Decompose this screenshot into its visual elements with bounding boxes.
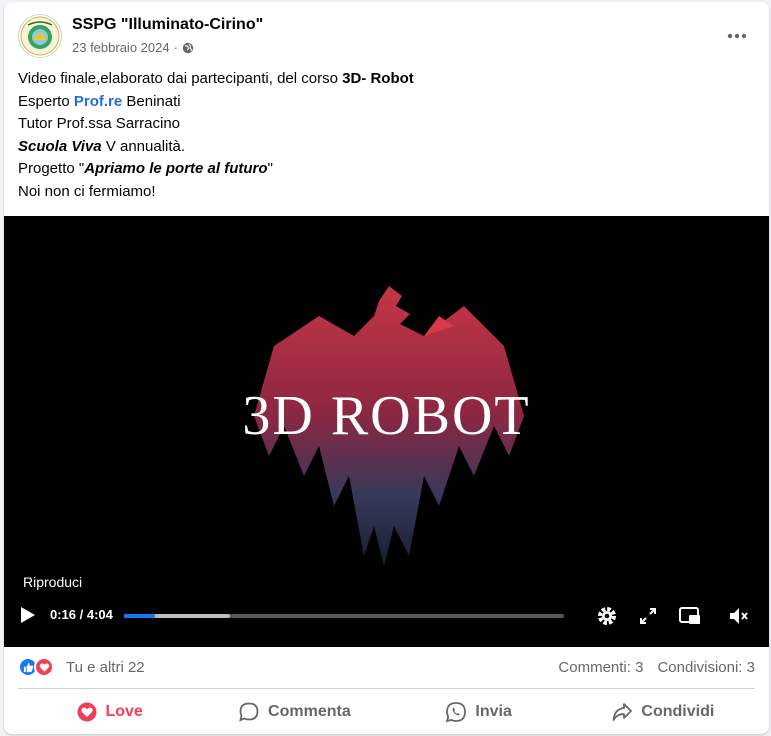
course-name: 3D- Robot xyxy=(342,70,414,87)
comment-label: Commenta xyxy=(268,703,351,720)
globe-icon xyxy=(182,42,194,53)
video-time: 0:16 / 4:04 xyxy=(50,607,113,622)
post-line-4: Scuola Viva V annualità. xyxy=(18,137,186,155)
settings-button[interactable] xyxy=(594,603,620,629)
share-label: Condividi xyxy=(641,703,715,720)
reaction-icons[interactable] xyxy=(18,657,54,677)
mute-icon xyxy=(730,608,748,624)
played-bar xyxy=(124,614,155,618)
post-line-5: Progetto "Apriamo le porte al futuro" xyxy=(18,160,273,177)
love-icon xyxy=(77,702,97,722)
picture-in-picture-button[interactable] xyxy=(677,603,703,629)
shares-count[interactable]: Condivisioni: 3 xyxy=(657,659,755,676)
video-title: 3D ROBOT xyxy=(242,385,531,447)
send-button[interactable]: Invia xyxy=(387,692,571,732)
post-card: SSPG "Illuminato-Cirino" 23 febbraio 202… xyxy=(4,2,769,734)
divider xyxy=(18,688,755,689)
comment-icon xyxy=(239,702,259,722)
post-meta: 23 febbraio 2024 · xyxy=(72,40,194,55)
picture-in-picture-icon xyxy=(679,607,700,624)
play-icon xyxy=(21,607,35,623)
post-line-3: Tutor Prof.ssa Sarracino xyxy=(18,115,181,132)
video-progress-bar[interactable] xyxy=(124,614,564,618)
post-date[interactable]: 23 febbraio 2024 xyxy=(72,40,170,55)
love-button[interactable]: Love xyxy=(18,692,202,732)
action-bar: Love Commenta Invia Condividi xyxy=(18,692,755,732)
share-button[interactable]: Condividi xyxy=(571,692,755,732)
avatar[interactable] xyxy=(18,14,62,58)
post-message: Video finale,elaborato dai partecipanti,… xyxy=(18,68,755,203)
more-options-button[interactable] xyxy=(723,22,751,50)
love-label: Love xyxy=(105,703,143,720)
post-header: SSPG "Illuminato-Cirino" 23 febbraio 202… xyxy=(18,14,755,64)
post-line-6: Noi non ci fermiamo! xyxy=(18,182,156,200)
love-icon xyxy=(34,657,54,677)
engagement-bar: Tu e altri 22 Commenti: 3 Condivisioni: … xyxy=(18,654,755,682)
comments-count[interactable]: Commenti: 3 xyxy=(558,659,643,676)
ellipsis-icon xyxy=(727,33,747,39)
video-player[interactable]: 3D ROBOT Riproduci 0:16 / 4:04 xyxy=(4,216,769,647)
fullscreen-icon xyxy=(640,608,656,624)
comment-button[interactable]: Commenta xyxy=(202,692,386,732)
post-line-2: Esperto Prof.re Beninati xyxy=(18,92,181,110)
reactions-summary[interactable]: Tu e altri 22 xyxy=(66,659,145,676)
fullscreen-button[interactable] xyxy=(635,603,661,629)
settings-icon xyxy=(598,607,616,625)
share-icon xyxy=(613,703,633,721)
whatsapp-icon xyxy=(446,702,467,723)
post-line-1: Video finale,elaborato dai partecipanti,… xyxy=(18,70,414,87)
school-logo-icon xyxy=(20,16,60,56)
send-label: Invia xyxy=(475,703,512,720)
profile-link[interactable]: Prof.re xyxy=(74,93,122,110)
mute-button[interactable] xyxy=(726,603,752,629)
play-button[interactable] xyxy=(16,604,38,631)
video-controls: 0:16 / 4:04 xyxy=(4,587,769,647)
counts: Commenti: 3 Condivisioni: 3 xyxy=(558,659,755,676)
page-name[interactable]: SSPG "Illuminato-Cirino" xyxy=(72,16,263,34)
